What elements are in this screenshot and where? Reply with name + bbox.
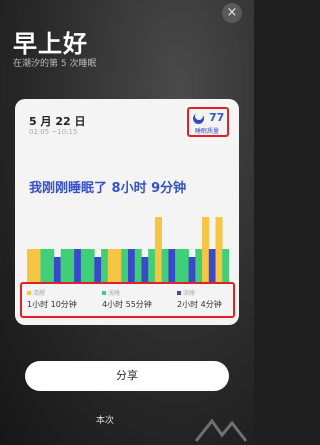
sleep-count-subtitle: 在潮汐的第 5 次睡眠 [13, 59, 97, 69]
sleep-date: 5 月 22 日 [29, 115, 86, 128]
watermark-logo [194, 418, 248, 442]
awake-duration: 1小时 10分钟 [27, 300, 77, 309]
close-icon: × [226, 5, 238, 20]
sleep-stage-chart [27, 217, 229, 293]
light-sleep-swatch [102, 291, 106, 295]
sleep-time-range: 02:05 ~10:15 [29, 128, 78, 136]
sleep-duration-headline: 我刚刚睡眠了 8小时 9分钟 [29, 181, 187, 196]
legend-deep-sleep: 深睡 [177, 288, 195, 297]
awake-swatch [27, 291, 31, 295]
sleep-stage-legend: 清醒 1小时 10分钟 浅睡 4小时 55分钟 深睡 2小时 4分钟 [20, 282, 235, 318]
greeting-title: 早上好 [13, 30, 88, 58]
deep-sleep-swatch [177, 291, 181, 295]
sleep-quality-label: 睡眠质量 [195, 128, 220, 135]
sleep-quality-badge[interactable]: 77 睡眠质量 [187, 107, 229, 137]
moon-icon [193, 112, 204, 124]
footer-text: 本次 [96, 416, 115, 426]
close-button[interactable]: × [222, 3, 242, 23]
sleep-summary-card: 5 月 22 日 02:05 ~10:15 77 睡眠质量 我刚刚睡眠了 8小时… [15, 99, 239, 325]
deep-sleep-duration: 2小时 4分钟 [177, 300, 222, 309]
legend-awake: 清醒 [27, 288, 45, 297]
light-sleep-duration: 4小时 55分钟 [102, 300, 152, 309]
share-button[interactable]: 分享 [25, 361, 229, 391]
legend-light-sleep: 浅睡 [102, 288, 120, 297]
sleep-quality-score: 77 [209, 111, 225, 124]
